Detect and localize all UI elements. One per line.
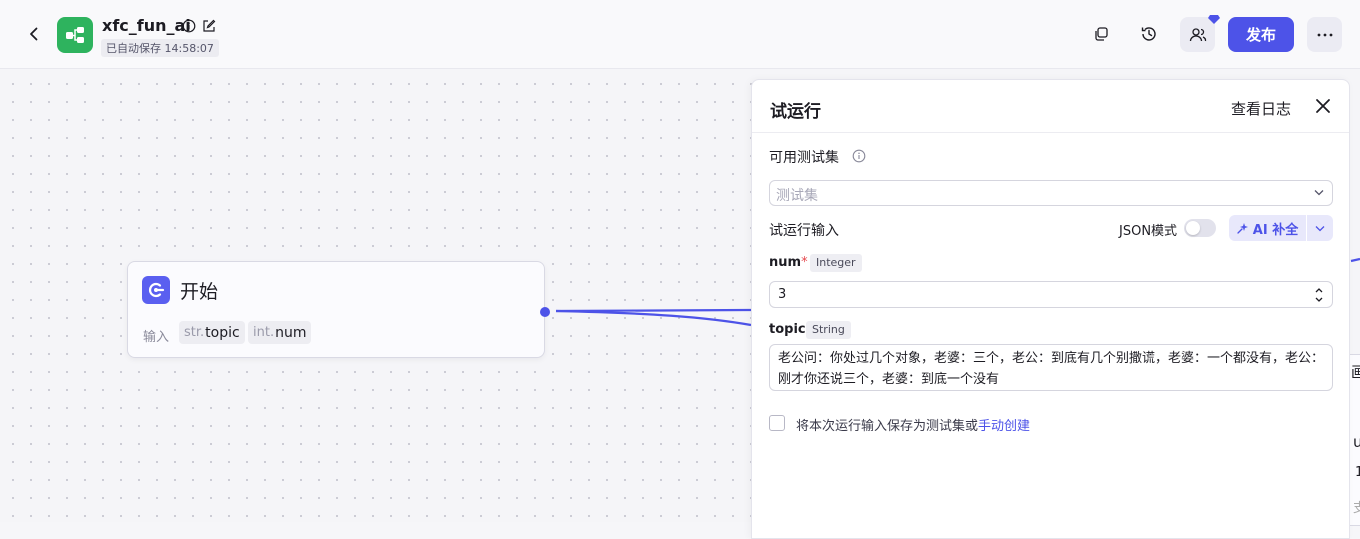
start-node-title: 开始 — [180, 281, 219, 303]
top-bar: xfc_fun_ai 已自动保存 14:58:07 发布 — [0, 0, 1360, 69]
save-testset-text: 将本次运行输入保存为测试集或手动创建 — [796, 415, 1030, 434]
start-node[interactable]: 开始 输入 str. topic int. num — [127, 261, 545, 358]
var-type: str. — [184, 325, 205, 340]
num-field-label: num* — [769, 255, 808, 270]
ai-fill-label: AI 补全 — [1252, 222, 1299, 238]
partial-node-text: ut — [1353, 433, 1360, 451]
required-mark: * — [801, 255, 808, 270]
num-input[interactable]: 3 — [769, 281, 1333, 308]
history-icon[interactable] — [1135, 20, 1163, 48]
topic-type-tag: String — [806, 321, 851, 339]
copy-icon[interactable] — [1087, 20, 1115, 48]
var-tag-topic: str. topic — [179, 321, 245, 344]
partial-node-text: 支 — [1353, 497, 1360, 516]
info-icon[interactable] — [852, 148, 866, 163]
testset-label: 可用测试集 — [769, 150, 839, 166]
workflow-canvas[interactable]: 开始 输入 str.topic int.num 画 ut 1 支 试运行 查看日… — [0, 69, 1360, 539]
test-run-panel: 试运行 查看日志 可用测试集 测试集 试运行输入 JSON模式 AI 补全 nu… — [751, 79, 1350, 539]
save-text-label: 将本次运行输入保存为测试集或 — [796, 419, 979, 434]
output-port[interactable] — [540, 307, 550, 317]
var-name: topic — [205, 324, 240, 341]
autosave-status: 已自动保存 14:58:07 — [101, 39, 219, 57]
num-type-tag: Integer — [810, 254, 862, 272]
collaborator-button[interactable] — [1180, 15, 1220, 52]
panel-title: 试运行 — [770, 102, 821, 122]
more-icon — [1317, 33, 1332, 36]
publish-button[interactable]: 发布 — [1228, 17, 1294, 52]
close-icon[interactable] — [1313, 96, 1333, 116]
testset-placeholder: 测试集 — [776, 188, 818, 204]
app-name: xfc_fun_ai — [102, 16, 191, 35]
ai-fill-dropdown[interactable] — [1307, 215, 1333, 241]
partial-node-text: 1 — [1355, 465, 1360, 480]
var-type: int. — [253, 325, 275, 340]
start-node-icon — [142, 276, 170, 304]
field-name: num — [769, 255, 802, 270]
view-log-button[interactable]: 查看日志 — [1231, 98, 1291, 119]
more-button[interactable] — [1307, 17, 1342, 52]
ai-fill-button[interactable]: AI 补全 — [1229, 215, 1306, 241]
partial-node-text: 画 — [1351, 361, 1360, 382]
topic-input[interactable]: 老公问：你处过几个对象，老婆：三个，老公：到底有几个别撒谎，老婆：一个都没有，老… — [769, 344, 1333, 391]
json-mode-toggle[interactable] — [1184, 219, 1216, 237]
sparkle-icon — [1237, 223, 1248, 234]
back-arrow-icon[interactable] — [22, 22, 46, 46]
info-icon[interactable] — [182, 18, 196, 33]
var-name: num — [275, 324, 307, 341]
panel-divider — [752, 132, 1349, 133]
toggle-knob — [1186, 221, 1200, 235]
diamond-badge-icon — [1208, 15, 1220, 24]
manual-create-link[interactable]: 手动创建 — [978, 419, 1030, 434]
edit-icon[interactable] — [202, 18, 216, 32]
save-testset-checkbox[interactable] — [769, 415, 785, 431]
collaborator-icon — [1189, 27, 1206, 41]
workflow-icon — [57, 17, 93, 53]
run-input-label: 试运行输入 — [769, 223, 839, 239]
chevron-down-icon — [1314, 190, 1324, 196]
json-mode-label: JSON模式 — [1119, 224, 1178, 239]
stepper-icon[interactable] — [1314, 285, 1324, 305]
testset-select[interactable]: 测试集 — [769, 180, 1333, 206]
topic-field-label: topic — [769, 322, 806, 337]
var-tag-num: int. num — [248, 321, 312, 344]
chevron-down-icon — [1315, 225, 1325, 231]
start-node-input-label: 输入 — [143, 330, 170, 345]
num-value: 3 — [778, 287, 787, 302]
